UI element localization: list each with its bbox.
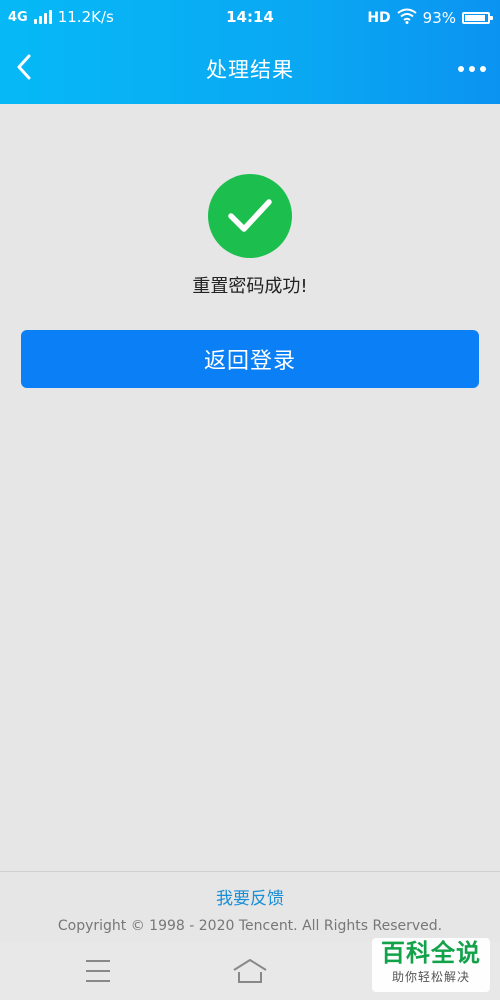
check-circle-icon [208, 174, 292, 258]
watermark-title: 百科全说 [381, 939, 481, 967]
success-message: 重置密码成功! [192, 276, 308, 297]
more-dot [480, 66, 486, 72]
feedback-link[interactable]: 我要反馈 [0, 884, 500, 909]
more-button[interactable] [454, 58, 490, 80]
more-dot [458, 66, 464, 72]
status-bar: 4G 11.2K/s 14:14 HD 93% [0, 0, 500, 34]
battery-percent: 93% [422, 9, 456, 27]
menu-icon[interactable] [86, 960, 110, 982]
battery-fill [465, 15, 486, 21]
return-login-button[interactable]: 返回登录 [21, 330, 479, 388]
home-icon[interactable] [232, 958, 268, 988]
watermark-logo: 百科全说 助你轻松解决 [372, 938, 490, 992]
hd-label: HD [367, 10, 391, 26]
status-right: HD 93% [367, 8, 493, 28]
watermark-subtitle: 助你轻松解决 [391, 970, 470, 984]
wifi-icon [397, 8, 417, 28]
copyright-text: Copyright © 1998 - 2020 Tencent. All Rig… [57, 918, 443, 934]
footer-divider [0, 871, 500, 872]
battery-icon [462, 12, 493, 24]
more-dot [469, 66, 475, 72]
page-title: 处理结果 [206, 58, 294, 82]
title-bar: 处理结果 [0, 34, 500, 104]
